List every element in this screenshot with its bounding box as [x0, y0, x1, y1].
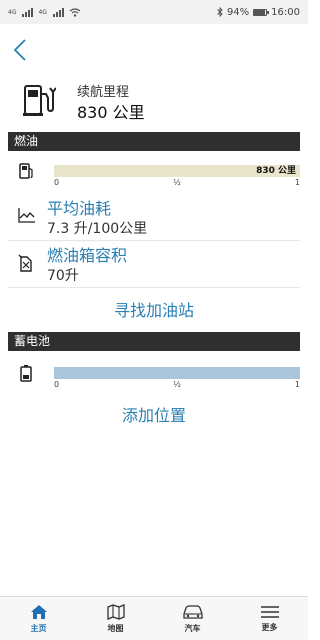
wifi-icon	[69, 7, 81, 17]
status-right: 94% 16:00	[217, 7, 300, 18]
battery-section-header: 蓄电池	[8, 332, 300, 351]
tick-min: 0	[54, 380, 60, 389]
fuel-pump-icon	[19, 163, 33, 179]
nav-item-home[interactable]: 主页	[0, 597, 77, 640]
tick-mid: ½	[173, 178, 181, 187]
tick-max: 1	[294, 380, 300, 389]
fuel-gauge-ticks: 0 ½ 1	[54, 178, 300, 190]
tank-capacity-title: 燃油箱容积	[47, 246, 128, 265]
nav-label-map: 地图	[107, 623, 124, 633]
avg-consumption-title: 平均油耗	[47, 199, 112, 218]
nav-label-home: 主页	[30, 623, 47, 633]
car-icon	[182, 604, 203, 619]
status-left: 4G 4G	[8, 7, 81, 17]
tick-mid: ½	[173, 380, 181, 389]
fuel-section-header: 燃油	[8, 132, 300, 151]
range-label: 续航里程	[77, 85, 130, 100]
menu-icon	[260, 605, 279, 618]
battery-percent: 94%	[226, 6, 250, 18]
range-value: 830 公里	[77, 103, 145, 122]
tank-capacity-row[interactable]: 燃油箱容积 70升	[8, 242, 300, 288]
network-label-1: 4G	[8, 8, 17, 16]
nav-label-car: 汽车	[184, 623, 201, 633]
clock: 16:00	[271, 6, 300, 18]
tick-min: 0	[54, 178, 60, 187]
signal-icon	[22, 7, 34, 17]
battery-icon	[253, 8, 270, 16]
battery-level-fill	[54, 367, 300, 379]
tank-capacity-value: 70升	[47, 268, 79, 284]
nav-item-car[interactable]: 汽车	[154, 597, 231, 640]
network-label-2: 4G	[38, 8, 47, 16]
home-icon	[30, 604, 47, 619]
fuel-range-bar: 830 公里	[54, 165, 300, 177]
signal-icon-2	[52, 7, 64, 17]
find-gas-station-button[interactable]: 寻找加油站	[8, 297, 300, 321]
bluetooth-icon	[217, 7, 223, 17]
tick-max: 1	[294, 178, 300, 187]
ev-charger-icon	[23, 85, 56, 116]
map-icon	[106, 603, 125, 620]
chevron-left-icon	[13, 39, 26, 61]
nav-item-map[interactable]: 地图	[77, 597, 154, 640]
status-bar: 4G 4G 94% 16:00	[0, 0, 308, 24]
battery-level-bar	[54, 367, 300, 379]
nav-item-more[interactable]: 更多	[231, 597, 308, 640]
consumption-chart-icon	[18, 208, 35, 223]
fuel-can-icon	[18, 254, 32, 272]
nav-label-more: 更多	[261, 622, 278, 632]
range-summary: 续航里程 830 公里	[0, 78, 308, 124]
bottom-navigation: 主页 地图 汽车 更多	[0, 596, 308, 640]
car-battery-icon	[20, 365, 32, 382]
battery-gauge: 0 ½ 1	[8, 364, 300, 394]
battery-gauge-ticks: 0 ½ 1	[54, 380, 300, 392]
avg-consumption-value: 7.3 升/100公里	[47, 221, 148, 237]
back-button[interactable]	[8, 36, 32, 64]
add-location-button[interactable]: 添加位置	[8, 402, 300, 426]
fuel-gauge: 830 公里 0 ½ 1	[8, 162, 300, 192]
fuel-range-value: 830 公里	[256, 166, 296, 176]
avg-consumption-row[interactable]: 平均油耗 7.3 升/100公里	[8, 195, 300, 241]
